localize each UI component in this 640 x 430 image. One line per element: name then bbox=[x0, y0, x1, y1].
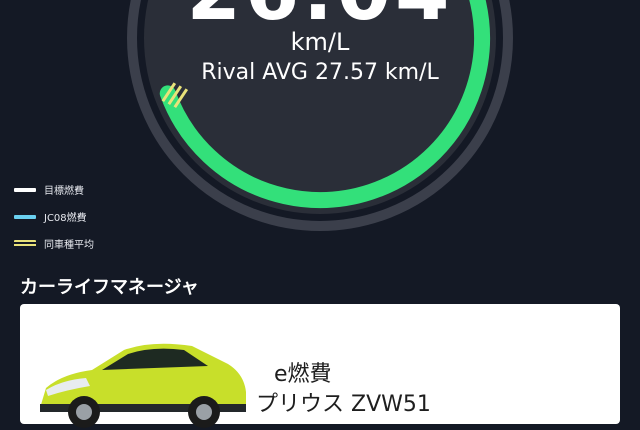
legend-label-jc08: JC08燃費 bbox=[44, 213, 87, 224]
legend-item-same-model-avg: 同車種平均 bbox=[14, 230, 94, 257]
legend-swatch-jc08 bbox=[14, 214, 36, 219]
legend-swatch-same-model-avg bbox=[14, 239, 36, 248]
car-life-manager-title: カーライフマネージャ bbox=[20, 277, 199, 298]
card-label: e燃費 bbox=[274, 362, 332, 387]
legend-item-jc08: JC08燃費 bbox=[14, 203, 94, 230]
car-image bbox=[40, 343, 246, 428]
gauge-legend: 目標燃費 JC08燃費 同車種平均 bbox=[14, 176, 94, 257]
legend-swatch-target bbox=[14, 187, 36, 192]
legend-item-target: 目標燃費 bbox=[14, 176, 94, 203]
car-model-name: プリウス ZVW51 bbox=[256, 392, 431, 417]
vehicle-card[interactable]: e燃費 プリウス ZVW51 bbox=[20, 304, 620, 428]
rival-average-text: Rival AVG 27.57 km/L bbox=[201, 60, 439, 85]
legend-label-target: 目標燃費 bbox=[44, 186, 84, 197]
fuel-economy-unit: km/L bbox=[290, 28, 350, 56]
legend-label-same-model-avg: 同車種平均 bbox=[44, 240, 94, 251]
